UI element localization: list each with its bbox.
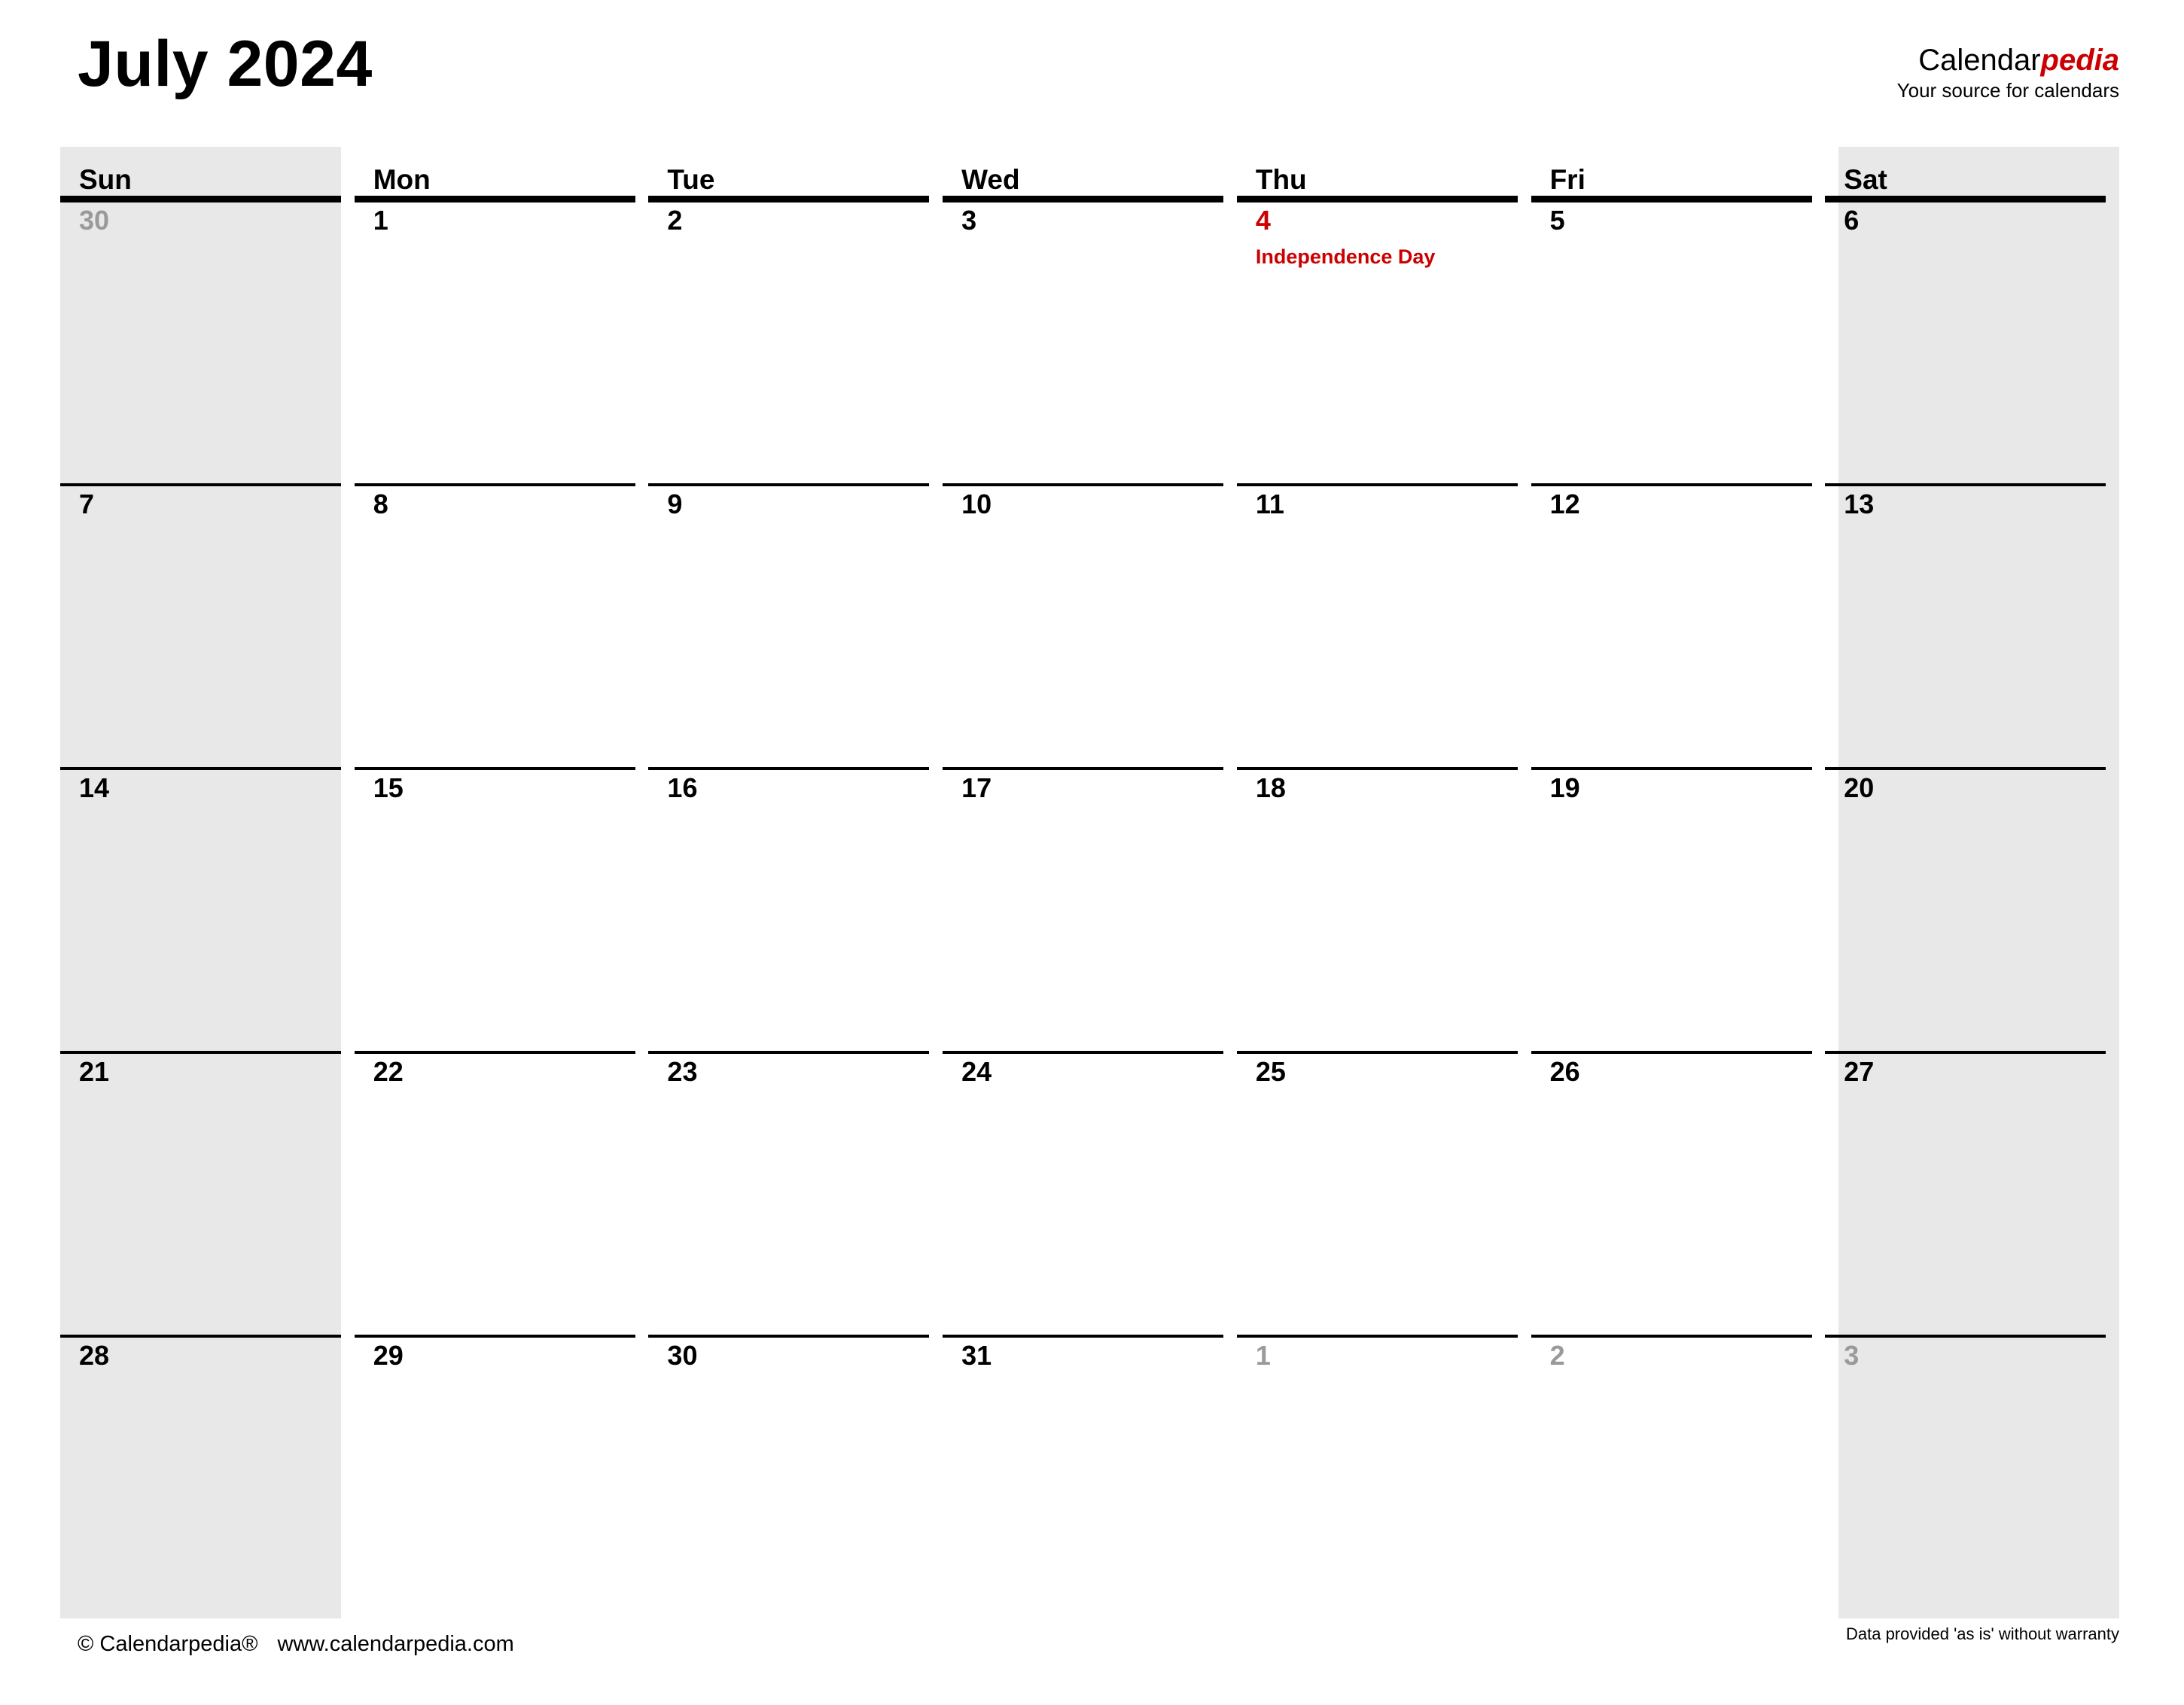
day-number: 3: [1844, 1340, 1860, 1371]
day-number: 9: [667, 489, 683, 519]
day-cell[interactable]: 17: [943, 767, 1237, 1051]
day-cell[interactable]: 8: [354, 483, 649, 767]
day-cell[interactable]: 1: [354, 199, 649, 483]
brand-name-accent: pedia: [2040, 44, 2119, 77]
day-number: 1: [373, 205, 388, 236]
calendarpedia-logo[interactable]: Calendarpedia Your source for calendars: [1897, 45, 2119, 100]
day-cell[interactable]: 29: [354, 1335, 649, 1618]
day-number: 28: [79, 1340, 110, 1371]
day-number: 27: [1844, 1056, 1875, 1087]
day-cell[interactable]: 3: [943, 199, 1237, 483]
day-cell[interactable]: 12: [1531, 483, 1826, 767]
day-number: 20: [1844, 772, 1875, 803]
weekday-header-tue: Tue: [648, 147, 943, 199]
day-cell[interactable]: 9: [648, 483, 943, 767]
day-cell[interactable]: 5: [1531, 199, 1826, 483]
day-number: 7: [79, 489, 95, 519]
day-cell[interactable]: 4 Independence Day: [1236, 199, 1531, 483]
day-number: 22: [373, 1056, 404, 1087]
weekday-header-sat: Sat: [1825, 147, 2119, 199]
weekday-header-wed: Wed: [943, 147, 1237, 199]
day-cell[interactable]: 20: [1825, 767, 2119, 1051]
website-link[interactable]: www.calendarpedia.com: [277, 1632, 513, 1656]
page-header: July 2024 Calendarpedia Your source for …: [0, 0, 2184, 147]
weekday-header-thu: Thu: [1236, 147, 1531, 199]
day-number: 29: [373, 1340, 404, 1371]
day-cell[interactable]: 10: [943, 483, 1237, 767]
day-number: 13: [1844, 489, 1875, 519]
day-cell[interactable]: 16: [648, 767, 943, 1051]
day-number: 16: [667, 772, 698, 803]
day-cell[interactable]: 7: [60, 483, 355, 767]
day-cell[interactable]: 19: [1531, 767, 1826, 1051]
brand-wordmark: Calendarpedia: [1897, 45, 2119, 75]
day-cell[interactable]: 3: [1825, 1335, 2119, 1618]
footer-copyright: © Calendarpedia® www.calendarpedia.com: [78, 1632, 514, 1657]
day-cell[interactable]: 24: [943, 1051, 1237, 1335]
brand-tagline: Your source for calendars: [1896, 79, 2119, 102]
weekday-header-label: Wed: [961, 164, 1020, 195]
day-cell[interactable]: 30: [60, 199, 355, 483]
day-number: 8: [373, 489, 388, 519]
day-number: 2: [667, 205, 683, 236]
footer-disclaimer: Data provided 'as is' without warranty: [1845, 1624, 2119, 1643]
day-number: 1: [1255, 1340, 1271, 1371]
day-cell[interactable]: 25: [1236, 1051, 1531, 1335]
page-footer: © Calendarpedia® www.calendarpedia.com Da…: [0, 1618, 2184, 1705]
weekday-header-label: Sat: [1844, 164, 1887, 195]
weekday-header-label: Sun: [79, 164, 132, 195]
day-number: 25: [1255, 1056, 1286, 1087]
copyright-text: © Calendarpedia®: [78, 1632, 258, 1656]
day-number: 21: [79, 1056, 110, 1087]
day-number: 17: [961, 772, 992, 803]
day-cell[interactable]: 6: [1825, 199, 2119, 483]
weekday-header-label: Tue: [667, 164, 715, 195]
day-cell[interactable]: 11: [1236, 483, 1531, 767]
day-number: 23: [667, 1056, 698, 1087]
day-cell[interactable]: 14: [60, 767, 355, 1051]
day-number: 12: [1549, 489, 1580, 519]
brand-name-primary: Calendar: [1918, 44, 2041, 77]
day-cell[interactable]: 23: [648, 1051, 943, 1335]
day-number: 31: [961, 1340, 992, 1371]
holiday-label: Independence Day: [1255, 245, 1436, 268]
day-cell[interactable]: 28: [60, 1335, 355, 1618]
day-cell[interactable]: 18: [1236, 767, 1531, 1051]
day-number: 6: [1844, 205, 1860, 236]
day-cell[interactable]: 13: [1825, 483, 2119, 767]
day-cell[interactable]: 27: [1825, 1051, 2119, 1335]
day-cell[interactable]: 15: [354, 767, 649, 1051]
day-number: 30: [667, 1340, 698, 1371]
weekday-header-label: Thu: [1255, 164, 1307, 195]
weekday-header-mon: Mon: [354, 147, 649, 199]
weekday-header-fri: Fri: [1531, 147, 1826, 199]
day-number: 5: [1549, 205, 1565, 236]
day-number: 10: [961, 489, 992, 519]
day-number: 2: [1549, 1340, 1565, 1371]
day-number: 18: [1255, 772, 1286, 803]
day-cell[interactable]: 26: [1531, 1051, 1826, 1335]
day-number: 26: [1549, 1056, 1580, 1087]
day-number: 11: [1255, 489, 1284, 519]
weekday-header-label: Mon: [373, 164, 431, 195]
calendar-page: July 2024 Calendarpedia Your source for …: [0, 0, 2184, 1705]
day-number: 24: [961, 1056, 992, 1087]
day-cell[interactable]: 30: [648, 1335, 943, 1618]
day-cell[interactable]: 2: [648, 199, 943, 483]
calendar-grid: Sun Mon Tue Wed Thu Fri Sat 30 1 2 3 4 Independence …: [60, 147, 2119, 1618]
page-title: July 2024: [78, 28, 373, 100]
day-number: 14: [79, 772, 110, 803]
weekday-header-sun: Sun: [60, 147, 355, 199]
day-number: 19: [1549, 772, 1580, 803]
day-cell[interactable]: 2: [1531, 1335, 1826, 1618]
weekday-header-label: Fri: [1549, 164, 1585, 195]
day-number: 30: [79, 205, 110, 236]
day-number: 4: [1255, 205, 1271, 236]
day-cell[interactable]: 31: [943, 1335, 1237, 1618]
day-cell[interactable]: 1: [1236, 1335, 1531, 1618]
day-number: 3: [961, 205, 977, 236]
day-cell[interactable]: 21: [60, 1051, 355, 1335]
day-cell[interactable]: 22: [354, 1051, 649, 1335]
day-number: 15: [373, 772, 404, 803]
